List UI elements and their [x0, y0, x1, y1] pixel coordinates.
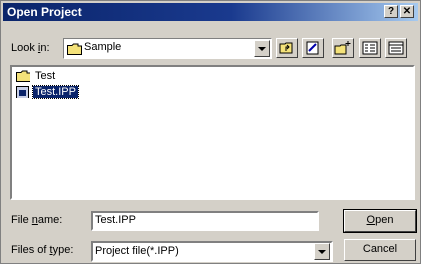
files-of-type-combo[interactable]: Project file(*.IPP)	[91, 241, 333, 262]
open-project-dialog: Open Project ? ✕ Look in: Sample Test Te…	[0, 0, 421, 264]
file-list[interactable]: Test Test.IPP	[10, 65, 415, 200]
new-folder-button[interactable]	[332, 38, 354, 58]
project-file-icon	[16, 86, 29, 98]
list-item-label: Test.IPP	[32, 85, 79, 99]
new-folder-icon	[334, 41, 351, 55]
details-view-button[interactable]	[385, 38, 407, 58]
files-of-type-value: Project file(*.IPP)	[95, 245, 179, 257]
favorite-icon	[306, 41, 319, 55]
list-item-label: Test	[35, 70, 56, 82]
list-view-icon	[362, 41, 378, 55]
up-one-level-button[interactable]	[276, 38, 298, 58]
look-in-combo[interactable]: Sample	[63, 38, 272, 59]
close-button[interactable]: ✕	[400, 5, 414, 18]
files-of-type-dropdown-button[interactable]	[314, 243, 330, 260]
folder-icon	[16, 70, 30, 82]
look-in-dropdown-button[interactable]	[254, 40, 270, 57]
list-view-button[interactable]	[359, 38, 381, 58]
cancel-button[interactable]: Cancel	[344, 239, 416, 261]
file-name-input-box[interactable]	[91, 211, 319, 231]
look-in-value: Sample	[84, 41, 122, 53]
file-name-label: File name:	[11, 214, 63, 226]
help-button[interactable]: ?	[384, 5, 398, 18]
open-button[interactable]: Open	[343, 209, 417, 233]
favorites-button[interactable]	[302, 38, 324, 58]
dialog-title: Open Project	[7, 5, 82, 19]
look-in-label: Look in:	[11, 42, 50, 54]
file-name-field[interactable]	[95, 214, 295, 226]
details-view-icon	[388, 41, 404, 55]
files-of-type-label: Files of type:	[11, 244, 74, 256]
up-one-level-icon	[279, 42, 293, 54]
title-bar[interactable]: Open Project ? ✕	[3, 3, 418, 21]
folder-icon	[67, 43, 82, 55]
